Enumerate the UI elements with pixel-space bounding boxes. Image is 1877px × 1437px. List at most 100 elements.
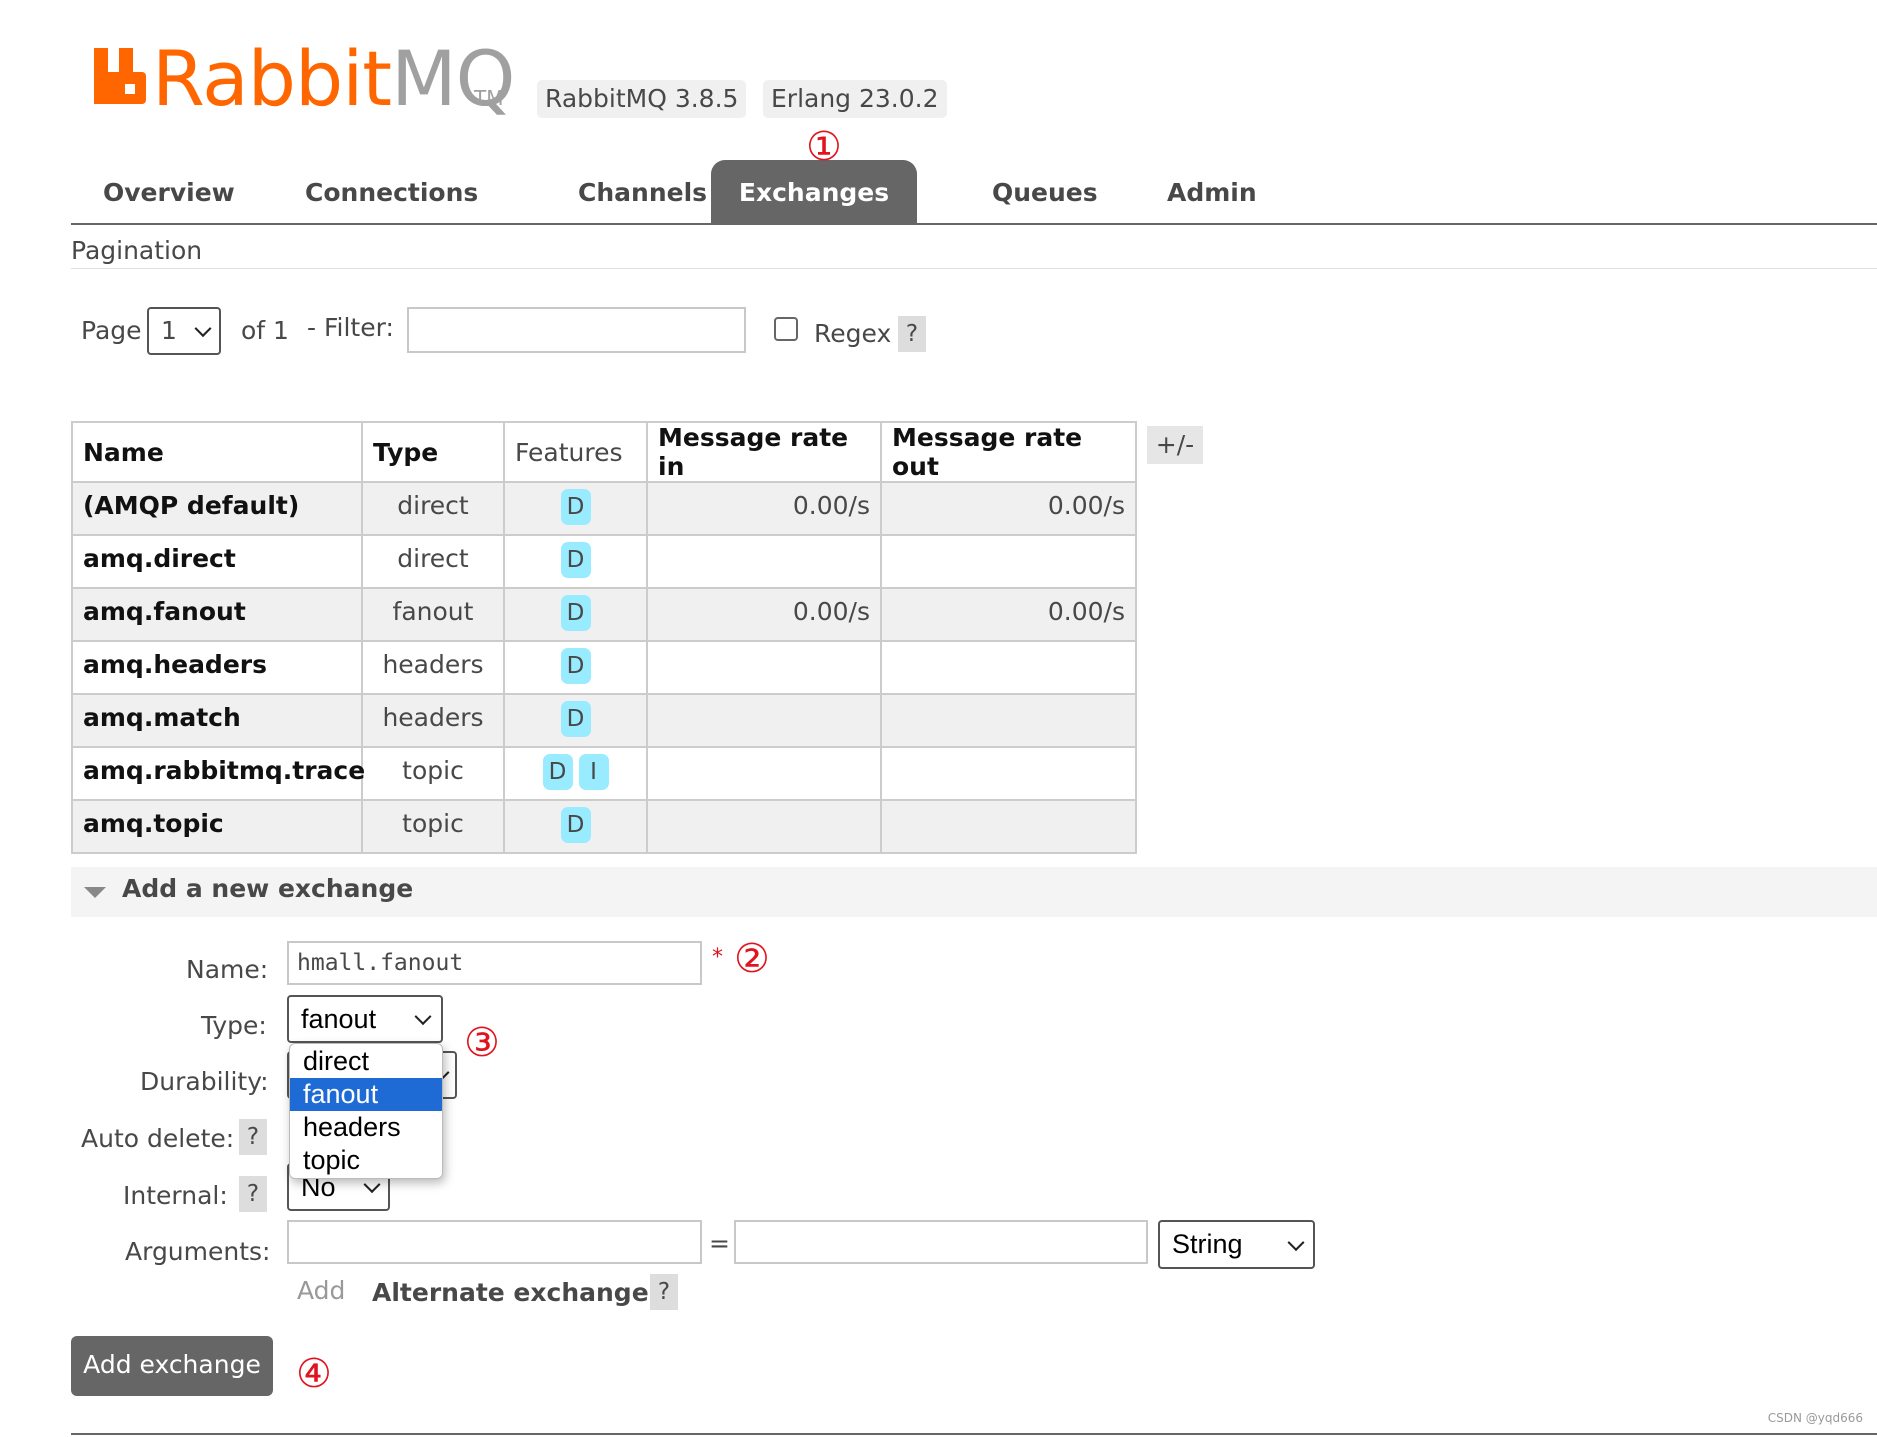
rate-in	[646, 693, 882, 748]
durable-badge: D	[542, 754, 573, 790]
regex-label: Regex	[814, 319, 892, 348]
exchange-name-link[interactable]: amq.topic	[71, 799, 363, 854]
exchange-name-input[interactable]: hmall.fanout	[287, 941, 702, 985]
rate-in	[646, 534, 882, 589]
alternate-exchange-link[interactable]: Alternate exchange	[372, 1278, 649, 1307]
argument-type-select[interactable]: String	[1158, 1220, 1315, 1269]
exchange-type-select[interactable]: fanout	[287, 995, 443, 1043]
exchange-type: topic	[361, 746, 505, 801]
alternate-exchange-help-button[interactable]: ?	[650, 1274, 678, 1310]
internal-badge: I	[578, 754, 609, 790]
chevron-down-icon	[414, 1008, 432, 1026]
chevron-down-icon	[1287, 1233, 1305, 1251]
filter-label: - Filter:	[307, 313, 394, 342]
add-exchange-title[interactable]: Add a new exchange	[122, 874, 413, 903]
exchange-name-link[interactable]: amq.rabbitmq.trace	[71, 746, 365, 801]
argument-key-input[interactable]	[287, 1220, 702, 1264]
exchange-type-dropdown: direct fanout headers topic	[289, 1043, 443, 1179]
rate-out	[880, 746, 1137, 801]
exchange-name-link[interactable]: amq.headers	[71, 640, 363, 695]
durable-badge: D	[560, 595, 591, 631]
exchanges-table: Name Type Features Message rate in Messa…	[71, 421, 1137, 854]
tab-admin[interactable]: Admin	[1135, 160, 1289, 223]
name-label: Name:	[186, 955, 269, 984]
durable-badge: D	[560, 542, 591, 578]
page-select[interactable]: 1	[147, 307, 221, 355]
type-option-direct[interactable]: direct	[290, 1045, 442, 1078]
table-row[interactable]: amq.rabbitmq.trace topic DI	[71, 746, 1137, 801]
filter-input[interactable]	[407, 307, 746, 353]
annotation-4: ④	[296, 1351, 332, 1397]
footer-divider	[71, 1433, 1877, 1435]
annotation-2: ②	[734, 936, 770, 982]
type-option-fanout[interactable]: fanout	[290, 1078, 442, 1111]
table-row[interactable]: amq.fanout fanout D 0.00/s 0.00/s	[71, 587, 1137, 642]
durable-badge: D	[560, 701, 591, 737]
durable-badge: D	[560, 489, 591, 525]
rate-out: 0.00/s	[880, 587, 1137, 642]
auto-delete-label: Auto delete:	[81, 1124, 235, 1153]
argument-value-input[interactable]	[734, 1220, 1148, 1264]
durable-badge: D	[560, 807, 591, 843]
table-row[interactable]: amq.direct direct D	[71, 534, 1137, 589]
main-nav: Overview Connections Channels Exchanges …	[71, 160, 1877, 225]
exchange-name-link[interactable]: (AMQP default)	[71, 481, 363, 536]
column-header-type[interactable]: Type	[361, 421, 505, 483]
table-row[interactable]: (AMQP default) direct D 0.00/s 0.00/s	[71, 481, 1137, 536]
regex-checkbox[interactable]	[774, 317, 798, 341]
rate-out	[880, 534, 1137, 589]
exchange-features: D	[503, 534, 648, 589]
rate-in	[646, 640, 882, 695]
table-row[interactable]: amq.topic topic D	[71, 799, 1137, 854]
annotation-3: ③	[464, 1020, 500, 1066]
page-count-label: of 1	[241, 316, 289, 345]
page-select-value: 1	[161, 316, 177, 345]
arguments-equals: =	[709, 1229, 730, 1258]
erlang-version-badge: Erlang 23.0.2	[763, 80, 947, 118]
internal-help-button[interactable]: ?	[239, 1176, 267, 1212]
exchange-name-link[interactable]: amq.match	[71, 693, 363, 748]
tab-queues[interactable]: Queues	[960, 160, 1130, 223]
exchange-features: DI	[503, 746, 648, 801]
exchange-features: D	[503, 799, 648, 854]
exchange-name-link[interactable]: amq.direct	[71, 534, 363, 589]
logo-trademark: TM	[474, 86, 504, 110]
exchange-features: D	[503, 481, 648, 536]
tab-overview[interactable]: Overview	[71, 160, 267, 223]
annotation-1: ①	[806, 124, 842, 170]
table-row[interactable]: amq.headers headers D	[71, 640, 1137, 695]
column-header-rate-out[interactable]: Message rate out	[880, 421, 1137, 483]
auto-delete-help-button[interactable]: ?	[239, 1119, 267, 1155]
rate-out	[880, 799, 1137, 854]
logo-main: Rabbit	[152, 34, 392, 123]
add-exchange-button[interactable]: Add exchange	[71, 1336, 273, 1396]
rate-out	[880, 693, 1137, 748]
exchange-name-link[interactable]: amq.fanout	[71, 587, 363, 642]
type-option-topic[interactable]: topic	[290, 1144, 442, 1177]
argument-type-value: String	[1172, 1229, 1243, 1259]
collapse-triangle-icon[interactable]	[84, 887, 106, 898]
exchange-features: D	[503, 640, 648, 695]
column-header-features: Features	[503, 421, 648, 483]
section-divider	[71, 268, 1877, 269]
exchange-features: D	[503, 693, 648, 748]
rabbitmq-wordmark: RabbitMQ	[152, 34, 516, 124]
tab-connections[interactable]: Connections	[273, 160, 510, 223]
page-label: Page	[81, 316, 142, 345]
exchange-type-value: fanout	[301, 1004, 377, 1034]
column-header-rate-in[interactable]: Message rate in	[646, 421, 882, 483]
rate-in	[646, 799, 882, 854]
columns-toggle-button[interactable]: +/-	[1147, 426, 1203, 464]
column-header-name[interactable]: Name	[71, 421, 363, 483]
required-marker: *	[712, 945, 723, 970]
table-row[interactable]: amq.match headers D	[71, 693, 1137, 748]
rate-out: 0.00/s	[880, 481, 1137, 536]
rabbitmq-version-badge: RabbitMQ 3.8.5	[537, 80, 747, 118]
add-argument-link[interactable]: Add	[297, 1276, 345, 1305]
internal-label: Internal:	[123, 1181, 228, 1210]
pagination-section-title[interactable]: Pagination	[71, 236, 202, 265]
arguments-label: Arguments:	[125, 1237, 271, 1266]
regex-help-button[interactable]: ?	[898, 316, 926, 352]
type-option-headers[interactable]: headers	[290, 1111, 442, 1144]
rate-out	[880, 640, 1137, 695]
